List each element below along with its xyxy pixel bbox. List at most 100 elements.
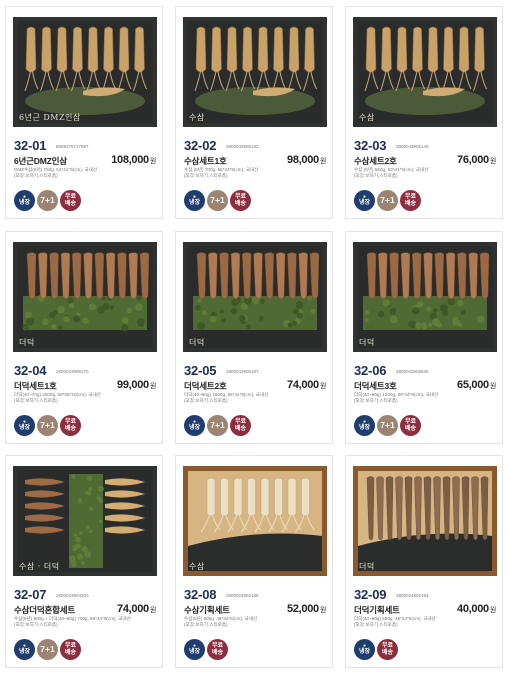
product-photo[interactable]: 수삼 · 더덕 (13, 466, 157, 576)
badge-row: ● 냉장 7+1 무료 배송 (14, 415, 81, 437)
product-code: 32-07 (14, 587, 47, 602)
badge-label: 7+1 (40, 420, 55, 430)
product-price: 74,000원 (117, 603, 156, 615)
price-value: 40,000 (457, 603, 489, 615)
bundle-badge: 7+1 (37, 190, 58, 211)
badge-label: 배송 (64, 649, 77, 656)
badge-label: 무료 (64, 193, 77, 200)
description-line: (포장:보자기,스티로폼) (184, 398, 228, 404)
price-value: 65,000 (457, 379, 489, 391)
badge-label: 배송 (211, 649, 224, 656)
package-brand-label: 더덕 (359, 562, 375, 571)
bundle-badge: 7+1 (207, 415, 228, 436)
product-photo[interactable]: 수삼 (353, 17, 497, 127)
refrigerated-badge: ● 냉장 (354, 415, 375, 436)
currency-unit: 원 (489, 607, 496, 614)
badge-label: 무료 (381, 642, 394, 649)
product-name: 수삼더덕혼합세트 (14, 605, 75, 615)
currency-unit: 원 (319, 607, 326, 614)
refrigerated-badge: ● 냉장 (184, 415, 205, 436)
barcode-number: 8809376717597 (56, 144, 89, 149)
product-description: 더덕(40~60g) 1200g, 56*44*9(cm), 국내산 (포장:보… (354, 392, 494, 405)
price-value: 74,000 (287, 379, 319, 391)
badge-label: 무료 (234, 418, 247, 425)
product-card[interactable]: 수삼 32-03 2800043906149 수삼세트2호 76,000원 수삼… (345, 6, 503, 219)
price-value: 108,000 (111, 154, 149, 166)
badge-row: ● 냉장 7+1 무료 배송 (184, 190, 251, 212)
badge-label: 7+1 (40, 644, 55, 654)
root-illustration (19, 472, 151, 570)
root-illustration (189, 248, 321, 346)
badge-label: 무료 (64, 418, 77, 425)
product-price: 74,000원 (287, 379, 326, 391)
refrigerated-badge: ● 냉장 (184, 639, 205, 660)
badge-label: 냉장 (358, 424, 371, 431)
bundle-badge: 7+1 (377, 190, 398, 211)
product-card[interactable]: 더덕 32-06 2800043906545 더덕세트3호 65,000원 더덕… (345, 231, 503, 444)
bundle-badge: 7+1 (37, 639, 58, 660)
product-name: 더덕세트3호 (354, 381, 397, 391)
description-line: (포장:보자기,스티로폼) (14, 398, 58, 404)
barcode-number: 2800043906149 (396, 144, 429, 149)
barcode-number: 2800043904200 (56, 593, 89, 598)
refrigerated-badge: ● 냉장 (14, 415, 35, 436)
product-photo[interactable]: 수삼 (183, 466, 327, 576)
product-description: 수삼 (5년) 700g, 56*44*9(cm), 국내산 (포장:보자기,스… (184, 167, 324, 180)
product-description: 더덕(40~80g) 1500g, 56*44*9(cm), 국내산 (포장:보… (184, 392, 324, 405)
badge-label: 냉장 (188, 648, 201, 655)
currency-unit: 원 (149, 158, 156, 165)
root-illustration (19, 23, 151, 121)
product-card[interactable]: 더덕 32-04 2800043906170 더덕세트1호 99,000원 더덕… (5, 231, 163, 444)
description-line: (포장:보자기,스티로폼) (184, 622, 228, 628)
badge-label: 배송 (234, 200, 247, 207)
currency-unit: 원 (319, 383, 326, 390)
product-name: 6년근DMZ인삼 (14, 156, 67, 166)
product-photo[interactable]: 더덕 (353, 466, 497, 576)
package-brand-label: 수삼 (189, 562, 205, 571)
badge-row: ● 냉장 7+1 무료 배송 (354, 190, 421, 212)
bundle-badge: 7+1 (37, 415, 58, 436)
badge-row: ● 냉장 7+1 무료 배송 (184, 415, 251, 437)
product-price: 99,000원 (117, 379, 156, 391)
product-card[interactable]: 더덕 32-09 2800024902193 더덕기획세트 40,000원 더덕… (345, 455, 503, 668)
product-photo[interactable]: 수삼 (183, 17, 327, 127)
product-photo[interactable]: 더덕 (353, 242, 497, 352)
product-card[interactable]: 더덕 32-05 2800043906187 더덕세트2호 74,000원 더덕… (175, 231, 333, 444)
free-shipping-badge: 무료 배송 (60, 415, 81, 436)
badge-label: 무료 (404, 418, 417, 425)
badge-row: ● 냉장 무료 배송 (184, 639, 228, 661)
badge-label: 냉장 (188, 424, 201, 431)
product-code: 32-02 (184, 138, 217, 153)
free-shipping-badge: 무료 배송 (230, 190, 251, 211)
product-price: 65,000원 (457, 379, 496, 391)
badge-label: 7+1 (380, 195, 395, 205)
badge-label: 무료 (211, 642, 224, 649)
product-catalog-grid: 6년근 DMZ인삼 32-01 8809376717597 6년근DMZ인삼 1… (5, 6, 503, 668)
product-card[interactable]: 수삼 32-02 2800043906132 수삼세트1호 98,000원 수삼… (175, 6, 333, 219)
badge-row: ● 냉장 무료 배송 (354, 639, 398, 661)
product-name: 더덕기획세트 (354, 605, 400, 615)
product-photo[interactable]: 더덕 (13, 242, 157, 352)
package-brand-label: 수삼 (359, 113, 375, 122)
product-card[interactable]: 수삼 · 더덕 32-07 2800043904200 수삼더덕혼합세트 74,… (5, 455, 163, 668)
description-line: (포장:보자기,스티로폼) (354, 622, 398, 628)
badge-label: 7+1 (210, 195, 225, 205)
root-illustration (183, 466, 327, 576)
product-photo[interactable]: 더덕 (183, 242, 327, 352)
badge-label: 무료 (64, 642, 77, 649)
barcode-number: 2800043906545 (396, 369, 429, 374)
refrigerated-badge: ● 냉장 (354, 190, 375, 211)
description-line: (포장:보자기,스티로폼) (184, 173, 228, 179)
package-brand-label: 6년근 DMZ인삼 (19, 113, 81, 122)
badge-label: 냉장 (18, 424, 31, 431)
product-photo[interactable]: 6년근 DMZ인삼 (13, 17, 157, 127)
product-card[interactable]: 수삼 32-08 2800024902186 수삼기획세트 52,000원 수삼… (175, 455, 333, 668)
product-description: 수삼(5년) 500g, 46*34*6(cm), 국내산 (포장:보자기,스티… (184, 616, 324, 629)
badge-row: ● 냉장 7+1 무료 배송 (354, 415, 421, 437)
currency-unit: 원 (319, 158, 326, 165)
product-code: 32-03 (354, 138, 387, 153)
product-description: DMZ수삼(6년) 750g, 53*41*9(cm), 국내산 (포장:보자기… (14, 167, 154, 180)
badge-label: 냉장 (18, 199, 31, 206)
product-price: 98,000원 (287, 154, 326, 166)
product-card[interactable]: 6년근 DMZ인삼 32-01 8809376717597 6년근DMZ인삼 1… (5, 6, 163, 219)
